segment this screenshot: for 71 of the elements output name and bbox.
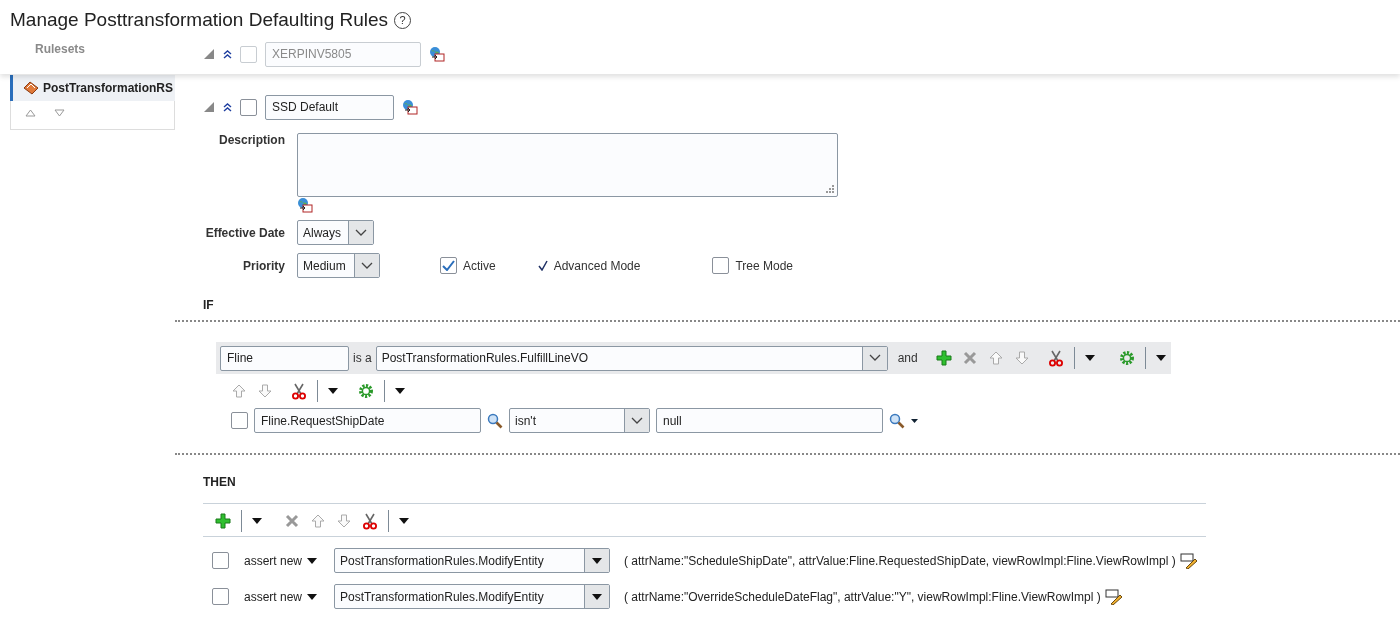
chevron-down-icon[interactable] bbox=[868, 354, 881, 362]
field-label: Priority bbox=[242, 258, 285, 273]
field-label: Description bbox=[218, 133, 285, 147]
checkbox[interactable] bbox=[440, 257, 457, 274]
option-label: Active bbox=[463, 258, 496, 273]
delete-icon[interactable] bbox=[284, 513, 300, 529]
cut-icon[interactable] bbox=[1047, 349, 1064, 367]
priority-select[interactable]: Medium bbox=[297, 253, 380, 278]
checkbox[interactable] bbox=[240, 98, 257, 116]
resize-grip-icon[interactable] bbox=[826, 185, 834, 193]
checkbox[interactable] bbox=[231, 412, 248, 429]
caret-icon[interactable] bbox=[395, 388, 405, 394]
fact-type-select[interactable]: PostTransformationRules.FulfillLineVO bbox=[375, 345, 888, 371]
section-heading: IF bbox=[203, 298, 215, 312]
effective-date-select[interactable]: Always bbox=[297, 220, 374, 245]
search-icon[interactable] bbox=[487, 412, 503, 429]
add-icon[interactable] bbox=[935, 350, 952, 366]
description-field[interactable] bbox=[297, 133, 838, 197]
option-label: Advanced Mode bbox=[553, 258, 641, 273]
target-select[interactable]: PostTransformationRules.ModifyEntity bbox=[334, 584, 610, 609]
verb-dropdown[interactable]: assert new bbox=[244, 553, 334, 568]
search-icon[interactable] bbox=[889, 412, 905, 429]
caret-icon[interactable] bbox=[307, 557, 318, 564]
caret-icon[interactable] bbox=[592, 557, 602, 564]
field-label: Effective Date bbox=[204, 225, 285, 240]
arguments-text: ( attrName:"OverrideScheduleDateFlag", attrValue:"Y", viewRowImpl:Fline.ViewRowImpl ) bbox=[624, 589, 1101, 604]
caret-icon[interactable] bbox=[307, 593, 318, 600]
translate-icon[interactable] bbox=[297, 197, 313, 213]
chevron-icon[interactable] bbox=[223, 49, 232, 59]
operand-field[interactable]: Fline.RequestShipDate bbox=[254, 408, 481, 433]
collapse-icon[interactable] bbox=[203, 101, 215, 113]
connector-label: is a bbox=[353, 351, 372, 365]
option-label: Tree Mode bbox=[735, 258, 793, 273]
caret-icon[interactable] bbox=[1155, 355, 1166, 361]
caret-icon[interactable] bbox=[1084, 355, 1095, 361]
operator-select[interactable]: isn't bbox=[509, 408, 650, 433]
chevron-icon[interactable] bbox=[223, 102, 232, 112]
chevron-down-icon[interactable] bbox=[631, 416, 643, 425]
settings-icon[interactable] bbox=[358, 383, 374, 399]
cut-icon[interactable] bbox=[291, 382, 307, 400]
edit-icon[interactable] bbox=[1179, 552, 1198, 569]
rulesets-label: Rulesets bbox=[34, 42, 87, 58]
edit-icon[interactable] bbox=[1104, 588, 1123, 605]
cut-icon[interactable] bbox=[362, 512, 378, 530]
checkbox[interactable] bbox=[712, 257, 730, 274]
page-title: Manage Posttransformation Defaulting Rules bbox=[10, 9, 389, 31]
variable-field[interactable]: Fline bbox=[220, 345, 349, 371]
caret-icon[interactable] bbox=[911, 418, 918, 423]
section-heading: THEN bbox=[203, 475, 237, 489]
caret-icon[interactable] bbox=[328, 388, 338, 394]
add-icon[interactable] bbox=[215, 513, 231, 529]
caret-icon[interactable] bbox=[592, 593, 602, 600]
translate-icon[interactable] bbox=[429, 46, 445, 62]
verb-dropdown[interactable]: assert new bbox=[244, 589, 334, 604]
rule-name-field[interactable]: SSD Default bbox=[265, 94, 394, 120]
checkbox[interactable] bbox=[212, 588, 229, 605]
ruleset-item[interactable]: PostTransformationRS bbox=[10, 75, 175, 101]
caret-icon[interactable] bbox=[399, 518, 409, 524]
ruleset-icon bbox=[23, 81, 39, 95]
settings-icon[interactable] bbox=[1118, 350, 1135, 366]
target-select[interactable]: PostTransformationRules.ModifyEntity bbox=[334, 548, 610, 573]
chevron-down-icon[interactable] bbox=[355, 228, 367, 237]
expand-icon[interactable] bbox=[203, 48, 215, 60]
arguments-text: ( attrName:"ScheduleShipDate", attrValue:Fline.RequestedShipDate, viewRowImpl:Fline.ViewRowImpl ) bbox=[624, 553, 1176, 568]
chevron-down-icon[interactable] bbox=[361, 261, 373, 270]
checkbox[interactable] bbox=[212, 552, 229, 569]
joiner-label: and bbox=[897, 351, 918, 365]
caret-icon[interactable] bbox=[252, 518, 262, 524]
tick-icon[interactable] bbox=[537, 260, 548, 271]
operand-field[interactable]: null bbox=[656, 408, 883, 433]
translate-icon[interactable] bbox=[402, 99, 418, 115]
